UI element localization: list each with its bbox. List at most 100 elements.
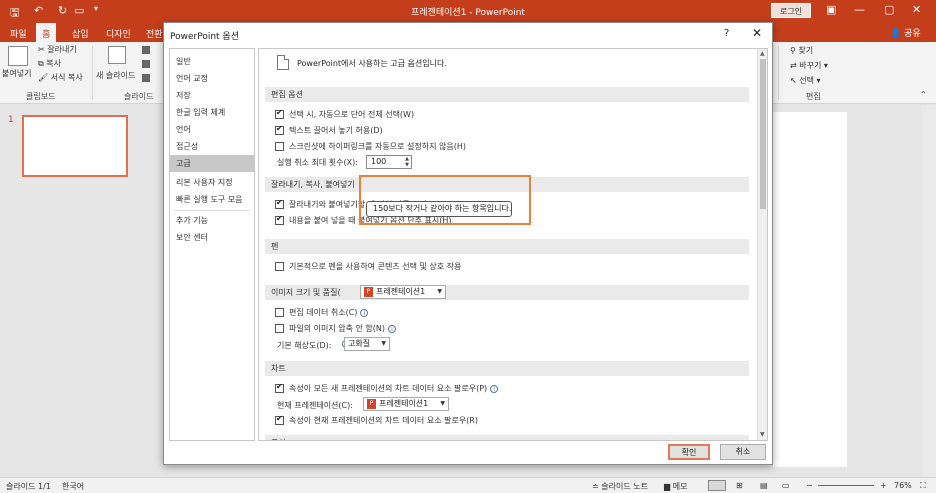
login-button[interactable]: 로그인 bbox=[771, 3, 811, 18]
tab-design[interactable]: 디자인 bbox=[102, 25, 135, 42]
nav-accessibility[interactable]: 접근성 bbox=[170, 138, 254, 155]
replace-button[interactable]: ⇄ 바꾸기 ▾ bbox=[790, 60, 828, 71]
undo-max-label: 실행 취소 최대 횟수(X): bbox=[277, 158, 358, 167]
clipboard-group-label: 클립보드 bbox=[26, 92, 56, 101]
edit-group-label: 편집 bbox=[806, 92, 821, 101]
checkbox[interactable] bbox=[275, 108, 284, 119]
undo-max-input[interactable]: 100 ▲ ▼ bbox=[366, 155, 412, 169]
scroll-up-icon[interactable]: ▲ bbox=[760, 50, 765, 57]
ppt-file-icon: P bbox=[364, 286, 373, 297]
dialog-close-button[interactable]: ✕ bbox=[752, 26, 762, 40]
slide-canvas[interactable] bbox=[773, 112, 847, 467]
status-bar: 슬라이드 1/1 한국어 ≐ 슬라이드 노트 ▆ 메모 ⊞ ▤ ▭ − + 76… bbox=[0, 477, 936, 493]
checkbox[interactable] bbox=[275, 142, 284, 151]
section-image-quality: 이미지 크기 및 품질( bbox=[265, 285, 749, 300]
sorter-view-icon[interactable]: ⊞ bbox=[736, 481, 743, 490]
paste-icon[interactable] bbox=[8, 46, 28, 66]
chart-current-select[interactable]: P 프레젠테이션1 ▼ bbox=[363, 397, 449, 411]
default-resolution-label: 기본 해상도(D): bbox=[277, 341, 332, 350]
option-chart-follow-all[interactable]: 속성이 모든 새 프레젠테이션의 차트 데이터 요소 팔로우(P)i bbox=[275, 382, 499, 394]
nav-advanced[interactable]: 고급 bbox=[170, 155, 254, 172]
slide-thumbnail[interactable] bbox=[22, 115, 128, 177]
format-painter-button[interactable]: 🖌 서식 복사 bbox=[38, 72, 83, 83]
nav-proofing[interactable]: 언어 교정 bbox=[170, 70, 254, 87]
ribbon-display-icon[interactable]: ▣ bbox=[826, 3, 836, 16]
nav-save[interactable]: 저장 bbox=[170, 87, 254, 104]
scroll-down-icon[interactable]: ▼ bbox=[760, 431, 765, 438]
option-auto-select-word[interactable]: 선택 시, 자동으로 단어 전체 선택(W) bbox=[275, 108, 414, 120]
checkbox[interactable] bbox=[275, 214, 284, 225]
help-button[interactable]: ? bbox=[724, 28, 729, 39]
nav-ime[interactable]: 한글 입력 체계 bbox=[170, 104, 254, 121]
main-scrollbar[interactable] bbox=[922, 105, 936, 477]
window-close-icon[interactable]: ✕ bbox=[912, 3, 921, 16]
layout-icon[interactable] bbox=[142, 46, 150, 54]
document-icon bbox=[277, 55, 289, 70]
cancel-button[interactable]: 취소 bbox=[720, 444, 766, 460]
maximize-icon[interactable]: ▢ bbox=[884, 3, 894, 16]
option-no-compress-images[interactable]: 파일의 이미지 압축 안 함(N) i bbox=[275, 323, 396, 334]
resolution-select[interactable]: 고화질 ▼ bbox=[344, 337, 390, 351]
option-chart-follow-current[interactable]: 속성이 현재 프레젠테이션의 차트 데이터 요소 팔로우(R) bbox=[275, 414, 478, 426]
zoom-out-icon[interactable]: − bbox=[806, 481, 813, 490]
checkbox[interactable] bbox=[275, 324, 284, 333]
checkbox[interactable] bbox=[275, 198, 284, 209]
nav-trust-center[interactable]: 보안 센터 bbox=[170, 229, 254, 246]
slide-number: 1 bbox=[8, 115, 14, 125]
new-slide-button[interactable]: 새 슬라이드 bbox=[96, 70, 135, 81]
option-no-auto-hyperlink[interactable]: 스크린샷에 하이퍼링크를 자동으로 설정하지 않음(H) bbox=[275, 141, 466, 152]
zoom-level[interactable]: 76% bbox=[894, 481, 912, 490]
option-pen-select[interactable]: 기본적으로 펜을 사용하여 콘텐츠 선택 및 상호 작용 bbox=[275, 261, 461, 272]
find-button[interactable]: ⚲ 찾기 bbox=[790, 45, 813, 56]
notes-icon: ≐ bbox=[592, 482, 602, 491]
share-button[interactable]: 👤 공유 bbox=[890, 26, 921, 39]
collapse-ribbon-icon[interactable]: ⌃ bbox=[920, 90, 927, 99]
fit-slide-icon[interactable]: ⛶ bbox=[920, 481, 926, 491]
tab-insert[interactable]: 삽입 bbox=[68, 25, 93, 42]
title-bar: 🖫 ↶ ↻ ▭ ▾ 프레젠테이션1 - PowerPoint 로그인 ▣ — ▢… bbox=[0, 0, 936, 22]
user-icon: 👤 bbox=[890, 29, 905, 39]
reset-icon[interactable] bbox=[142, 60, 150, 68]
group-separator bbox=[778, 46, 779, 100]
scissors-icon: ✂ bbox=[38, 45, 48, 54]
zoom-in-icon[interactable]: + bbox=[880, 481, 887, 490]
tab-file[interactable]: 파일 bbox=[6, 25, 31, 42]
normal-view-icon[interactable] bbox=[708, 480, 726, 491]
dialog-title: PowerPoint 옵션 bbox=[170, 32, 239, 42]
notes-button[interactable]: ≐ 슬라이드 노트 bbox=[592, 481, 648, 492]
chevron-down-icon: ▼ bbox=[381, 340, 386, 347]
checkbox[interactable] bbox=[275, 124, 284, 135]
ok-button[interactable]: 확인 bbox=[668, 444, 710, 460]
scroll-thumb[interactable] bbox=[760, 59, 766, 209]
minimize-icon[interactable]: — bbox=[854, 3, 865, 16]
checkbox[interactable] bbox=[275, 414, 284, 425]
nav-addins[interactable]: 추가 기능 bbox=[170, 212, 254, 229]
content-scrollbar[interactable]: ▲ ▼ bbox=[757, 49, 767, 440]
paste-button[interactable]: 붙여넣기 bbox=[2, 68, 31, 79]
tab-home[interactable]: 홈 bbox=[36, 23, 57, 42]
checkbox[interactable] bbox=[275, 308, 284, 317]
nav-language[interactable]: 언어 bbox=[170, 121, 254, 138]
checkbox[interactable] bbox=[275, 262, 284, 271]
new-slide-icon[interactable] bbox=[108, 46, 126, 64]
nav-customize-ribbon[interactable]: 리본 사용자 지정 bbox=[170, 174, 254, 191]
section-pen: 펜 bbox=[265, 239, 749, 254]
image-document-select[interactable]: P 프레젠테이션1 ▼ bbox=[360, 285, 446, 299]
checkbox[interactable] bbox=[275, 382, 284, 393]
copy-button[interactable]: ⧉ 복사 bbox=[38, 58, 61, 69]
option-discard-edit-data[interactable]: 편집 데이터 취소(C) i bbox=[275, 307, 369, 318]
comments-button[interactable]: ▆ 메모 bbox=[664, 481, 687, 492]
comment-icon: ▆ bbox=[664, 482, 673, 491]
cut-button[interactable]: ✂ 잘라내기 bbox=[38, 44, 77, 55]
slideshow-view-icon[interactable]: ▭ bbox=[782, 481, 790, 490]
nav-general[interactable]: 일반 bbox=[170, 53, 254, 70]
option-drag-drop[interactable]: 텍스트 끌어서 놓기 허용(D) bbox=[275, 124, 383, 136]
reading-view-icon[interactable]: ▤ bbox=[760, 481, 768, 490]
nav-quick-access[interactable]: 빠른 실행 도구 모음 bbox=[170, 191, 254, 208]
select-button[interactable]: ↖ 선택 ▾ bbox=[790, 75, 821, 86]
section-icon[interactable] bbox=[142, 74, 150, 82]
zoom-slider[interactable] bbox=[818, 485, 874, 486]
language-status[interactable]: 한국어 bbox=[62, 481, 84, 492]
info-icon: i bbox=[490, 384, 499, 393]
spinner-arrows-icon[interactable]: ▲ ▼ bbox=[405, 156, 409, 168]
